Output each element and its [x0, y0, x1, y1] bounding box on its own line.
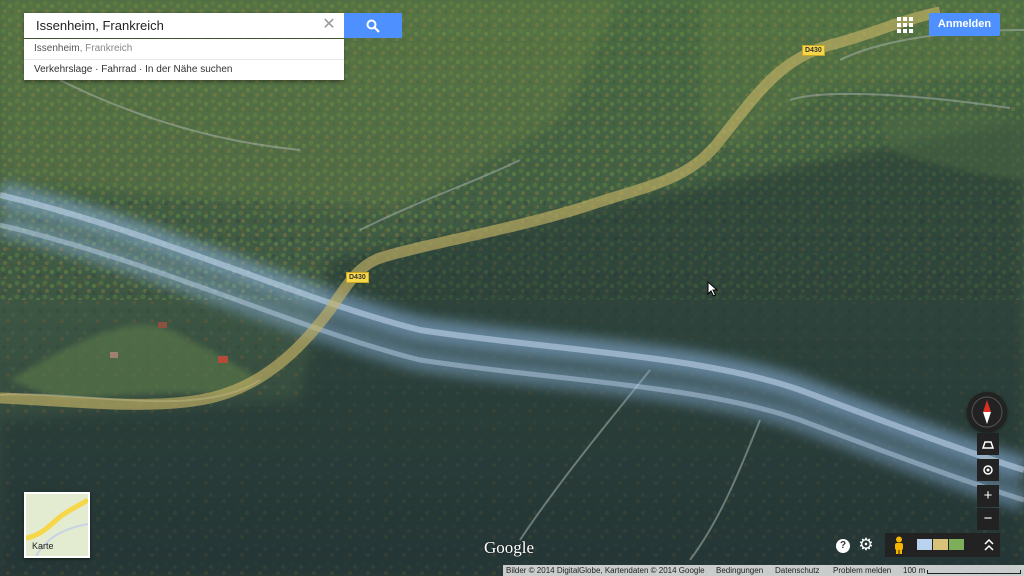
zoom-out-button[interactable]: − — [977, 508, 999, 530]
minimap-label: Karte — [32, 541, 54, 551]
tilt-icon[interactable] — [977, 433, 999, 455]
search-input[interactable] — [34, 17, 318, 34]
imagery-thumb-terrain[interactable] — [933, 539, 948, 550]
suggestion-place-country: , Frankreich — [79, 43, 133, 54]
scale-label[interactable]: 100 m — [903, 565, 925, 576]
satellite-imagery — [0, 0, 1024, 576]
pegman-icon[interactable] — [892, 536, 906, 554]
compass-icon[interactable] — [967, 392, 1007, 432]
help-icon[interactable]: ? — [836, 539, 850, 553]
imagery-thumb-water[interactable] — [917, 539, 932, 550]
report-problem-link[interactable]: Problem melden — [833, 565, 891, 576]
gear-icon[interactable]: ⚙ — [857, 536, 875, 554]
imagery-bar — [885, 533, 1000, 557]
my-location-icon[interactable] — [977, 459, 999, 481]
attribution-text: Bilder © 2014 DigitalGlobe, Kartendaten … — [506, 566, 705, 575]
apps-grid-icon[interactable] — [897, 17, 913, 33]
terms-link[interactable]: Bedingungen — [716, 565, 763, 576]
search-button[interactable] — [344, 13, 402, 38]
search-suggestions: Issenheim, Frankreich Verkehrslage · Fah… — [24, 39, 344, 80]
search-box: ✕ — [24, 13, 344, 38]
suggestion-place[interactable]: Issenheim, Frankreich — [24, 39, 344, 60]
suggestion-links[interactable]: Verkehrslage · Fahrrad · In der Nähe suc… — [24, 60, 344, 80]
google-logo: Google — [484, 538, 535, 557]
chevron-up-icon[interactable] — [984, 539, 994, 551]
road-label-d430: D430 — [802, 45, 825, 56]
close-icon[interactable]: ✕ — [321, 17, 337, 33]
search-icon — [366, 19, 380, 33]
scale-bar — [927, 570, 1021, 574]
map-view-toggle[interactable]: Karte — [24, 492, 90, 558]
satellite-map[interactable]: D430 D430 — [0, 0, 1024, 576]
map-footer: Bilder © 2014 DigitalGlobe, Kartendaten … — [503, 565, 1024, 576]
imagery-thumb-green[interactable] — [949, 539, 964, 550]
suggestion-place-name: Issenheim — [34, 43, 80, 54]
signin-button[interactable]: Anmelden — [929, 13, 1000, 36]
zoom-in-button[interactable]: + — [977, 485, 999, 507]
mouse-cursor-icon — [707, 281, 719, 297]
road-label-d430: D430 — [346, 272, 369, 283]
privacy-link[interactable]: Datenschutz — [775, 565, 819, 576]
